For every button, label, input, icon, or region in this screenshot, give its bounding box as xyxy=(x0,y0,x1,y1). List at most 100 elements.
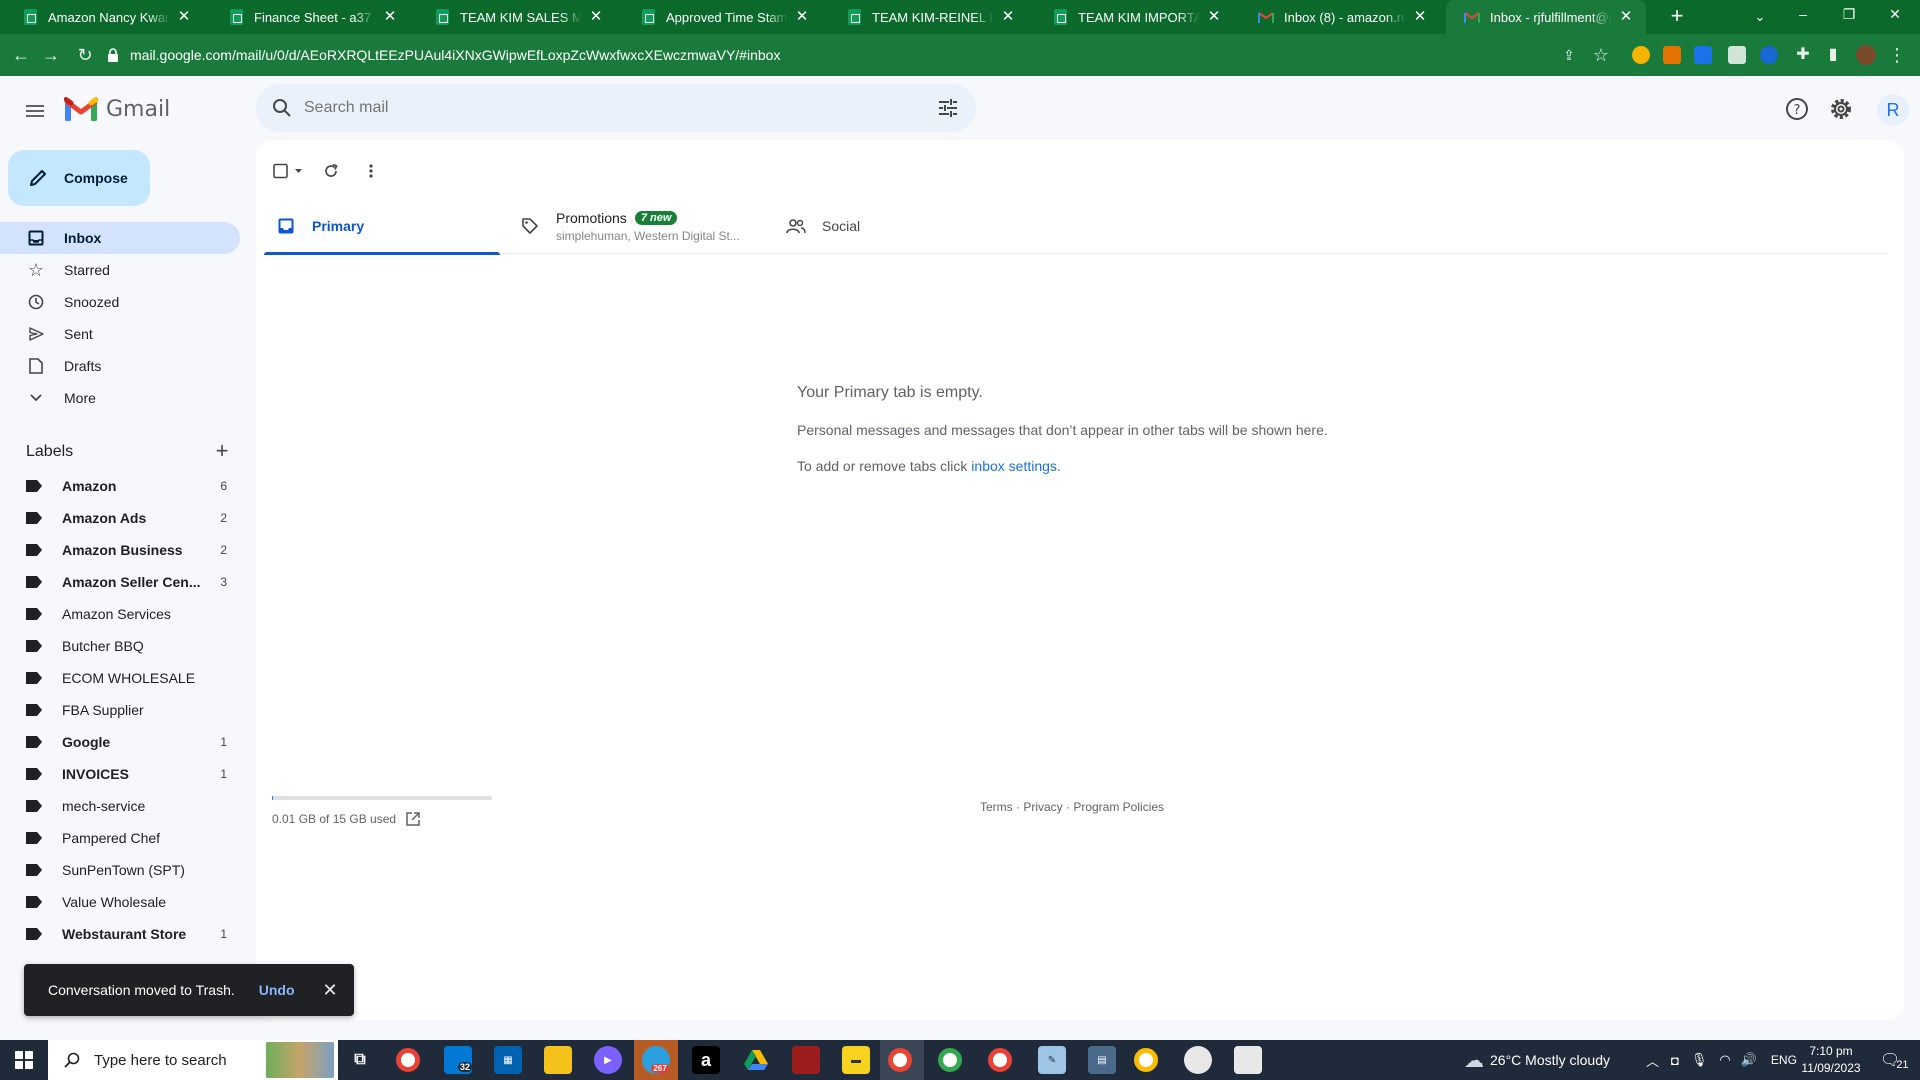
language-indicator[interactable]: ENG xyxy=(1771,1053,1797,1067)
account-avatar[interactable]: R xyxy=(1877,94,1909,126)
chrome-icon[interactable] xyxy=(988,1048,1012,1072)
app-icon[interactable] xyxy=(792,1046,820,1074)
sidebar-item-snoozed[interactable]: Snoozed xyxy=(0,286,240,318)
hamburger-menu-icon[interactable] xyxy=(20,96,50,126)
sidebar-label-item[interactable]: Amazon Seller Cen... 3 xyxy=(0,566,240,598)
compose-button[interactable]: Compose xyxy=(8,150,150,206)
notification-center[interactable]: 🗨 21 xyxy=(1880,1040,1909,1080)
folder-icon[interactable] xyxy=(544,1046,572,1074)
weather-widget[interactable]: ☁ 26°C Mostly cloudy xyxy=(1464,1040,1610,1080)
sidebar-item-inbox[interactable]: Inbox xyxy=(0,222,240,254)
tab-search-chevron-icon[interactable]: ⌄ xyxy=(1748,4,1772,30)
browser-tab[interactable]: TEAM KIM-REINEL PROFIT ✕ xyxy=(828,0,1028,34)
notepad-icon[interactable]: ✎ xyxy=(1038,1046,1066,1074)
browser-tab[interactable]: Finance Sheet - a37 - Jona ✕ xyxy=(210,0,410,34)
browser-tab[interactable]: Amazon Nancy Kwan (Ron ✕ xyxy=(4,0,204,34)
chevron-up-icon[interactable]: ︿ xyxy=(1646,1051,1659,1070)
app-icon[interactable] xyxy=(1234,1046,1262,1074)
sidebar-label-item[interactable]: Value Wholesale xyxy=(0,886,240,918)
extension-icon[interactable] xyxy=(1694,46,1712,64)
close-icon[interactable]: ✕ xyxy=(588,9,604,25)
sidebar-label-item[interactable]: Amazon Ads 2 xyxy=(0,502,240,534)
sidebar-label-item[interactable]: Amazon 6 xyxy=(0,470,240,502)
sidebar-label-item[interactable]: ECOM WHOLESALE xyxy=(0,662,240,694)
sidebar-label-item[interactable]: Butcher BBQ xyxy=(0,630,240,662)
sidebar-label-item[interactable]: SunPenTown (SPT) xyxy=(0,854,240,886)
search-options-icon[interactable] xyxy=(936,96,960,120)
sidebar-label-item[interactable]: mech-service xyxy=(0,790,240,822)
extension-icon[interactable] xyxy=(1760,46,1778,64)
inbox-settings-link[interactable]: inbox settings xyxy=(971,458,1057,474)
forward-arrow-icon[interactable]: → xyxy=(38,42,64,68)
sidebar-item-drafts[interactable]: Drafts xyxy=(0,350,240,382)
sidebar-label-item[interactable]: INVOICES 1 xyxy=(0,758,240,790)
browser-tab[interactable]: TEAM KIM SALES MONITO ✕ xyxy=(416,0,616,34)
task-view-icon[interactable]: ⧉ xyxy=(346,1046,374,1074)
microphone-icon[interactable]: 🎙 xyxy=(1691,1052,1708,1068)
chrome-icon[interactable] xyxy=(888,1048,912,1072)
media-player-icon[interactable]: ▶ xyxy=(594,1046,622,1074)
help-icon[interactable]: ? xyxy=(1784,96,1810,122)
bookmark-star-icon[interactable]: ☆ xyxy=(1588,42,1614,68)
minimize-button[interactable]: – xyxy=(1780,0,1826,30)
chrome-icon[interactable] xyxy=(1134,1048,1158,1072)
tab-primary[interactable]: Primary xyxy=(264,198,500,255)
more-vert-icon[interactable] xyxy=(356,156,386,186)
undo-button[interactable]: Undo xyxy=(259,982,295,998)
calculator-icon[interactable]: ▤ xyxy=(1088,1046,1116,1074)
telegram-icon[interactable]: 267 xyxy=(642,1046,670,1074)
search-icon[interactable] xyxy=(270,96,294,120)
amazon-icon[interactable]: a xyxy=(692,1046,720,1074)
close-icon[interactable]: ✕ xyxy=(794,9,810,25)
chrome-icon[interactable] xyxy=(938,1048,962,1072)
close-icon[interactable]: ✕ xyxy=(176,9,192,25)
tab-social[interactable]: Social xyxy=(786,198,986,254)
profile-avatar[interactable] xyxy=(1856,45,1876,65)
chrome-icon[interactable] xyxy=(396,1048,420,1072)
sidebar-label-item[interactable]: Amazon Services xyxy=(0,598,240,630)
sidebar-label-item[interactable]: Google 1 xyxy=(0,726,240,758)
google-drive-icon[interactable] xyxy=(742,1046,770,1074)
browser-tab-active[interactable]: Inbox - rjfulfillment@gma ✕ xyxy=(1446,0,1646,34)
sidebar-item-starred[interactable]: ☆ Starred xyxy=(0,254,240,286)
taskbar-search[interactable]: Type here to search xyxy=(48,1040,338,1080)
close-icon[interactable]: ✕ xyxy=(1618,9,1634,25)
puzzle-icon[interactable]: ✚ xyxy=(1790,42,1816,68)
sidebar-label-item[interactable]: Webstaurant Store 1 xyxy=(0,918,240,950)
reload-icon[interactable]: ↻ xyxy=(72,42,98,68)
browser-tab[interactable]: Approved Time Stamphttp ✕ xyxy=(622,0,822,34)
wifi-icon[interactable]: ◠ xyxy=(1719,1052,1730,1068)
search-input[interactable] xyxy=(304,99,904,117)
sidebar-label-item[interactable]: Amazon Business 2 xyxy=(0,534,240,566)
close-icon[interactable]: ✕ xyxy=(1000,9,1016,25)
mail-app-icon[interactable]: 32 xyxy=(444,1046,473,1074)
refresh-icon[interactable] xyxy=(316,156,346,186)
settings-gear-icon[interactable] xyxy=(1828,96,1854,122)
taskbar-clock[interactable]: 7:10 pm 11/09/2023 xyxy=(1796,1043,1866,1077)
browser-menu-icon[interactable]: ⋮ xyxy=(1884,42,1910,68)
volume-icon[interactable]: 🔊 xyxy=(1741,1052,1757,1068)
store-icon[interactable]: ▦ xyxy=(494,1046,522,1074)
sidebar-item-sent[interactable]: Sent xyxy=(0,318,240,350)
close-icon[interactable]: ✕ xyxy=(1412,9,1428,25)
back-arrow-icon[interactable]: ← xyxy=(8,42,34,68)
extension-icon[interactable] xyxy=(1728,46,1746,64)
browser-tab[interactable]: Inbox (8) - amazon.reouler ✕ xyxy=(1240,0,1440,34)
gmail-logo[interactable]: Gmail xyxy=(64,96,170,122)
extension-icon[interactable] xyxy=(1632,46,1650,64)
side-panel-icon[interactable]: ▮ xyxy=(1820,42,1846,68)
close-icon[interactable]: ✕ xyxy=(318,978,342,1002)
share-icon[interactable]: ⇪ xyxy=(1556,42,1582,68)
footer-links[interactable]: Terms · Privacy · Program Policies xyxy=(980,800,1164,814)
search-bar[interactable] xyxy=(256,84,976,132)
windows-start-button[interactable] xyxy=(0,1040,48,1080)
open-in-new-icon[interactable] xyxy=(406,812,420,826)
select-checkbox[interactable] xyxy=(270,156,310,186)
add-label-button[interactable]: + xyxy=(210,440,234,464)
close-icon[interactable]: ✕ xyxy=(382,9,398,25)
sticky-notes-icon[interactable]: ▬ xyxy=(842,1046,870,1074)
camera-icon[interactable]: ◘ xyxy=(1671,1053,1679,1068)
sidebar-label-item[interactable]: Pampered Chef xyxy=(0,822,240,854)
new-tab-button[interactable]: + xyxy=(1664,4,1690,30)
tab-promotions[interactable]: Promotions 7 new simplehuman, Western Di… xyxy=(520,198,760,254)
